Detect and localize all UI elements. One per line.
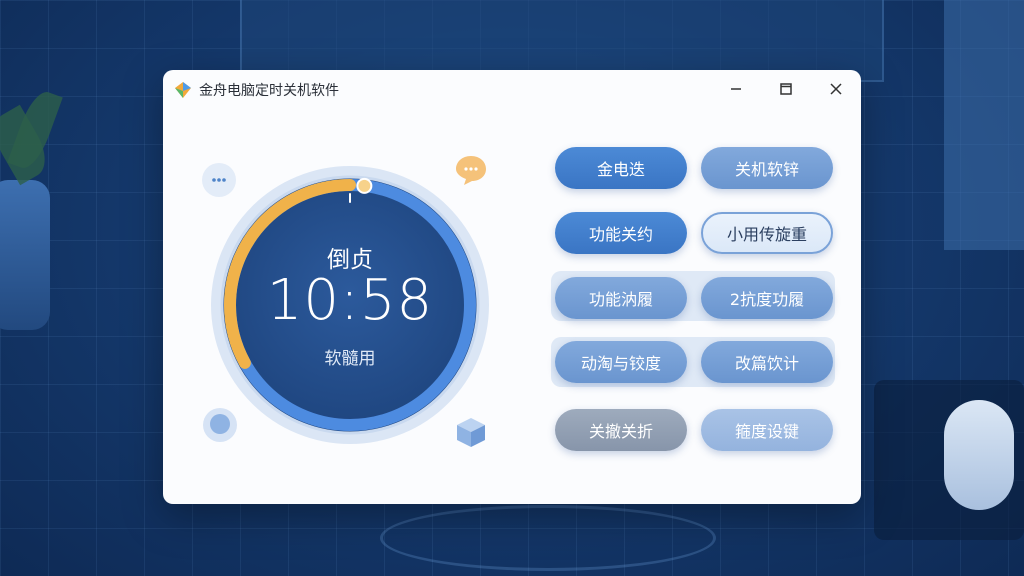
background-panel: [944, 0, 1024, 250]
maximize-button[interactable]: [775, 78, 797, 100]
action-button-4[interactable]: 小用传旋重: [701, 212, 833, 254]
action-button-2[interactable]: 关机软锌: [701, 147, 833, 189]
action-button-9[interactable]: 关撤关折: [555, 409, 687, 451]
action-button-3[interactable]: 功能关约: [555, 212, 687, 254]
action-button-6[interactable]: 2抗度功履: [701, 277, 833, 319]
background-circuit: [380, 505, 716, 571]
minimize-icon: [731, 88, 741, 90]
countdown-sub-label: 软髓用: [324, 349, 376, 369]
app-window: 金舟电脑定时关机软件 倒贞 10:58 软髓用 金电迭 关机软锌 功能关约 小用…: [163, 70, 861, 504]
window-title: 金舟电脑定时关机软件: [199, 83, 339, 99]
action-button-5[interactable]: 功能汭履: [555, 277, 687, 319]
ring-knob[interactable]: [356, 177, 373, 194]
action-button-1[interactable]: 金电迭: [555, 147, 687, 189]
app-logo-icon: [175, 82, 191, 98]
countdown-time: 10:58: [266, 268, 434, 333]
close-icon: [830, 83, 842, 95]
close-button[interactable]: [825, 78, 847, 100]
background-plant-pot: [0, 180, 50, 330]
minimize-button[interactable]: [725, 78, 747, 100]
action-button-8[interactable]: 改篇饮计: [701, 341, 833, 383]
action-button-10[interactable]: 箍度设键: [701, 409, 833, 451]
maximize-icon: [780, 83, 792, 95]
countdown-dial: 倒贞 10:58 软髓用: [209, 164, 491, 446]
title-bar[interactable]: 金舟电脑定时关机软件: [163, 70, 861, 108]
action-button-7[interactable]: 动淘与铰度: [555, 341, 687, 383]
background-mouse: [944, 400, 1014, 510]
